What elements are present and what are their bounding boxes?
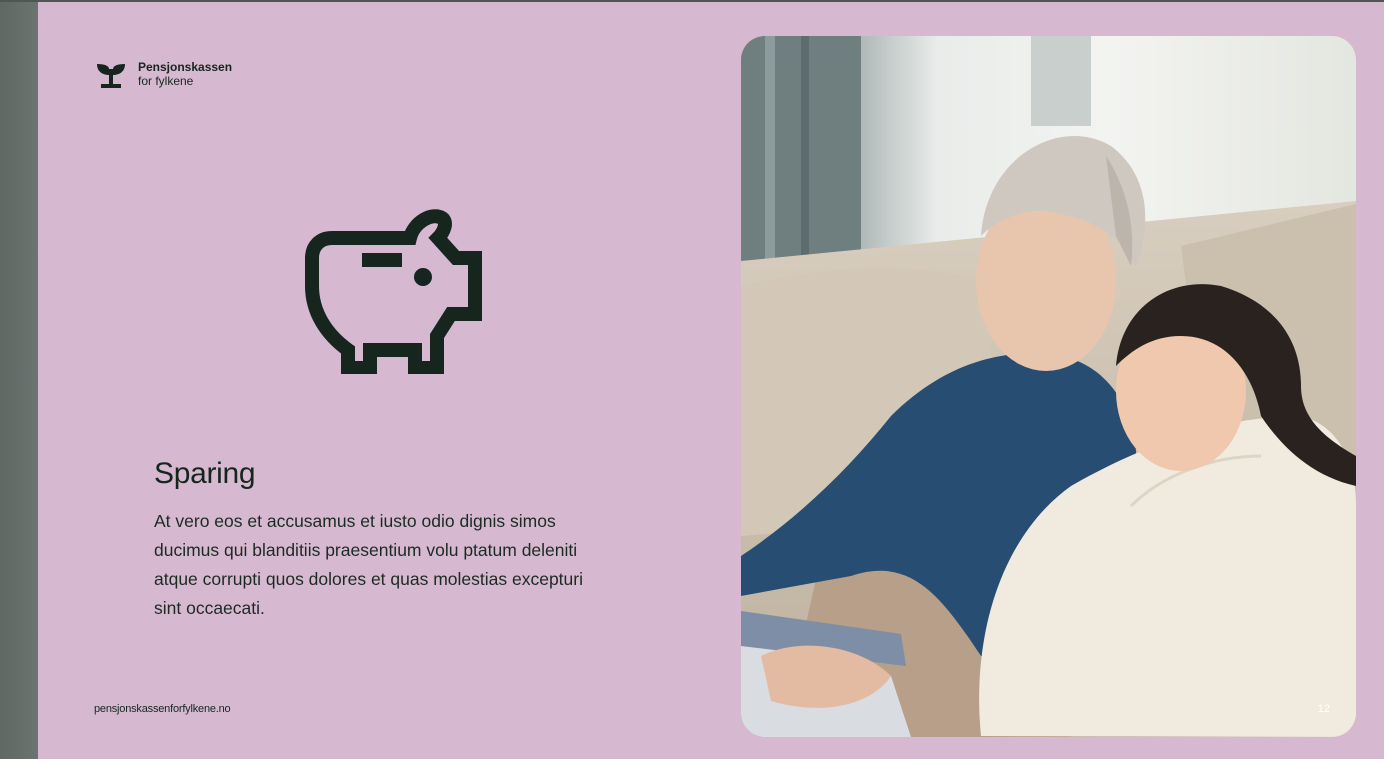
presentation-viewer: Pensjonskassen for fylkene Sparing At ve… — [0, 0, 1384, 759]
brand-subtitle: for fylkene — [138, 74, 194, 88]
viewer-gutter — [0, 0, 38, 759]
sprout-icon — [94, 60, 128, 92]
brand-logo: Pensjonskassen for fylkene — [94, 60, 232, 92]
section-title: Sparing — [154, 457, 256, 490]
text-section: Sparing At vero eos et accusamus et iust… — [154, 457, 594, 623]
two-women-laughing-photo: 12 — [741, 36, 1356, 737]
brand-name: Pensjonskassen — [138, 60, 233, 74]
footer-url: pensjonskassenforfylkene.no — [94, 703, 231, 715]
section-body: At vero eos et accusamus et iusto odio d… — [154, 511, 583, 618]
slide: Pensjonskassen for fylkene Sparing At ve… — [38, 2, 1384, 759]
piggy-bank-icon — [304, 208, 482, 374]
page-number: 12 — [1317, 703, 1330, 715]
